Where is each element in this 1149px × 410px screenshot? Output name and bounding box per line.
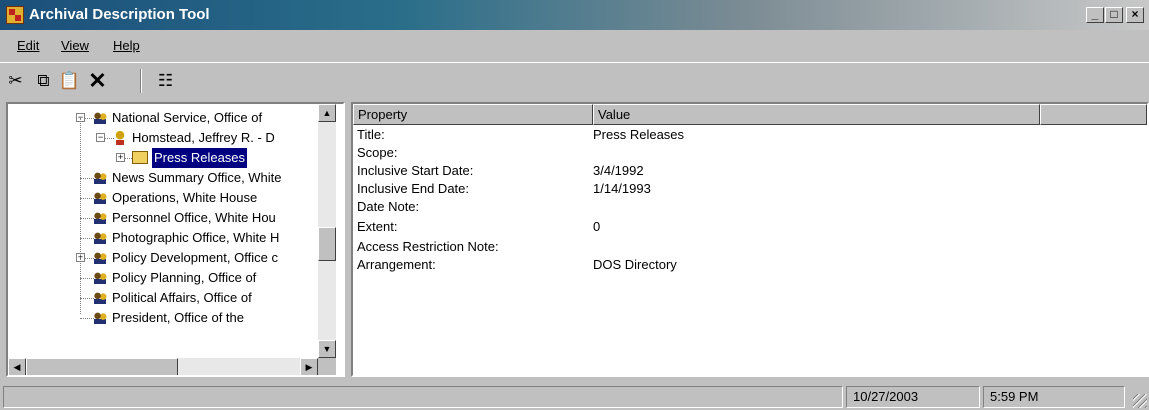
tree-item[interactable]: News Summary Office, White: [8, 168, 318, 188]
scrollbar-corner: [318, 358, 336, 375]
folk-icon: [92, 291, 108, 305]
window-title: Archival Description Tool: [29, 6, 210, 23]
property-value[interactable]: 1/14/1993: [593, 180, 651, 198]
scroll-down-arrow-icon[interactable]: ▼: [318, 340, 336, 358]
folk-icon: [92, 171, 108, 185]
copy-button[interactable]: ⧉: [30, 68, 57, 95]
collapse-icon[interactable]: −: [96, 133, 105, 142]
resize-grip[interactable]: [1133, 394, 1147, 408]
menu-edit[interactable]: Edit: [17, 38, 39, 53]
folk-icon: [92, 271, 108, 285]
properties-icon: ☷: [157, 71, 174, 90]
tree-item[interactable]: President, Office of the: [8, 308, 318, 328]
folder-icon: [132, 151, 148, 164]
tree-item-label: Personnel Office, White Hou: [112, 210, 276, 225]
folk-icon: [92, 111, 108, 125]
tree-guide-line: [80, 118, 81, 314]
tree-item[interactable]: Photographic Office, White H: [8, 228, 318, 248]
menu-help[interactable]: Help: [113, 38, 140, 53]
folk-icon: [92, 311, 108, 325]
tree-item[interactable]: Personnel Office, White Hou: [8, 208, 318, 228]
tree-view[interactable]: − National Service, Office of − Homstead, J…: [6, 102, 345, 377]
column-header-property[interactable]: Property: [353, 104, 593, 125]
menu-edit-label: Edit: [17, 38, 40, 53]
column-header-value[interactable]: Value: [593, 104, 1040, 125]
tree-item-label: Photographic Office, White H: [112, 230, 280, 245]
status-time: 5:59 PM: [983, 386, 1125, 408]
cut-button[interactable]: ✂: [2, 68, 29, 95]
property-name[interactable]: Inclusive End Date:: [357, 180, 469, 198]
copy-icon: ⧉: [37, 71, 50, 90]
tree-item-label: Political Affairs, Office of: [112, 290, 252, 305]
properties-list[interactable]: Property Value Title: Press Releases Scope…: [351, 102, 1149, 377]
scroll-up-arrow-icon[interactable]: ▲: [318, 104, 336, 122]
property-name[interactable]: Extent:: [357, 218, 397, 236]
paste-icon: 📋: [58, 71, 81, 90]
scroll-right-arrow-icon[interactable]: ▶: [300, 358, 318, 375]
property-name[interactable]: Access Restriction Note:: [357, 238, 499, 256]
app-icon[interactable]: [6, 6, 24, 24]
tree-item[interactable]: + Press Releases: [8, 147, 318, 169]
folk-icon: [92, 231, 108, 245]
properties-button[interactable]: ☷: [152, 68, 179, 95]
tree-item-label: Homstead, Jeffrey R. - D: [132, 130, 275, 145]
toolbar-separator: [140, 69, 142, 93]
delete-icon: ✕: [88, 68, 107, 93]
tree-item-label: National Service, Office of: [112, 110, 263, 125]
folk-icon: [92, 191, 108, 205]
title-bar[interactable]: Archival Description Tool _ □ ×: [0, 0, 1149, 30]
minimize-button[interactable]: _: [1086, 7, 1104, 23]
tree-item-label: Press Releases: [150, 147, 249, 169]
tree-item[interactable]: Operations, White House: [8, 188, 318, 208]
tree-item-label: Policy Planning, Office of: [112, 270, 257, 285]
tree-item-label: Operations, White House: [112, 190, 258, 205]
person-icon: [112, 131, 128, 145]
tree-item[interactable]: − National Service, Office of: [8, 108, 318, 128]
property-name[interactable]: Inclusive Start Date:: [357, 162, 473, 180]
tree-item[interactable]: Political Affairs, Office of: [8, 288, 318, 308]
property-name[interactable]: Title:: [357, 126, 385, 144]
menu-view[interactable]: View: [61, 38, 89, 53]
status-bar: 10/27/2003 5:59 PM: [0, 383, 1149, 410]
scissors-icon: ✂: [8, 71, 23, 90]
property-name[interactable]: Scope:: [357, 144, 397, 162]
expand-icon[interactable]: +: [116, 153, 125, 162]
menu-help-label: Help: [113, 38, 140, 53]
folk-icon: [92, 251, 108, 265]
tree-hscroll-thumb[interactable]: [26, 358, 178, 375]
scroll-left-arrow-icon[interactable]: ◀: [8, 358, 26, 375]
toolbar: ✂ ⧉ 📋 ✕ ☷: [0, 62, 1149, 98]
property-value[interactable]: 3/4/1992: [593, 162, 644, 180]
folk-icon: [92, 211, 108, 225]
tree-item-label: President, Office of the: [112, 310, 244, 325]
delete-button[interactable]: ✕: [84, 68, 111, 95]
tree-vertical-scrollbar[interactable]: ▲ ▼: [318, 104, 336, 358]
menu-view-label: View: [61, 38, 89, 53]
property-value[interactable]: DOS Directory: [593, 256, 677, 274]
maximize-button[interactable]: □: [1105, 7, 1123, 23]
tree-item[interactable]: Policy Planning, Office of: [8, 268, 318, 288]
tree-item-label: Policy Development, Office c: [112, 250, 278, 265]
property-name[interactable]: Date Note:: [357, 198, 419, 216]
tree-item[interactable]: + Policy Development, Office c: [8, 248, 318, 268]
column-header-extra[interactable]: [1040, 104, 1147, 125]
property-name[interactable]: Arrangement:: [357, 256, 436, 274]
close-button[interactable]: ×: [1126, 7, 1144, 23]
menu-bar: Edit View Help: [0, 30, 1149, 60]
tree-item[interactable]: − Homstead, Jeffrey R. - D: [8, 128, 318, 148]
property-value[interactable]: 0: [593, 218, 600, 236]
tree-horizontal-scrollbar[interactable]: ◀ ▶: [8, 358, 318, 375]
tree-item-label: News Summary Office, White: [112, 170, 282, 185]
status-message: [3, 386, 843, 408]
paste-button[interactable]: 📋: [56, 68, 83, 95]
status-date: 10/27/2003: [846, 386, 980, 408]
property-value[interactable]: Press Releases: [593, 126, 684, 144]
tree-vscroll-thumb[interactable]: [318, 227, 336, 261]
